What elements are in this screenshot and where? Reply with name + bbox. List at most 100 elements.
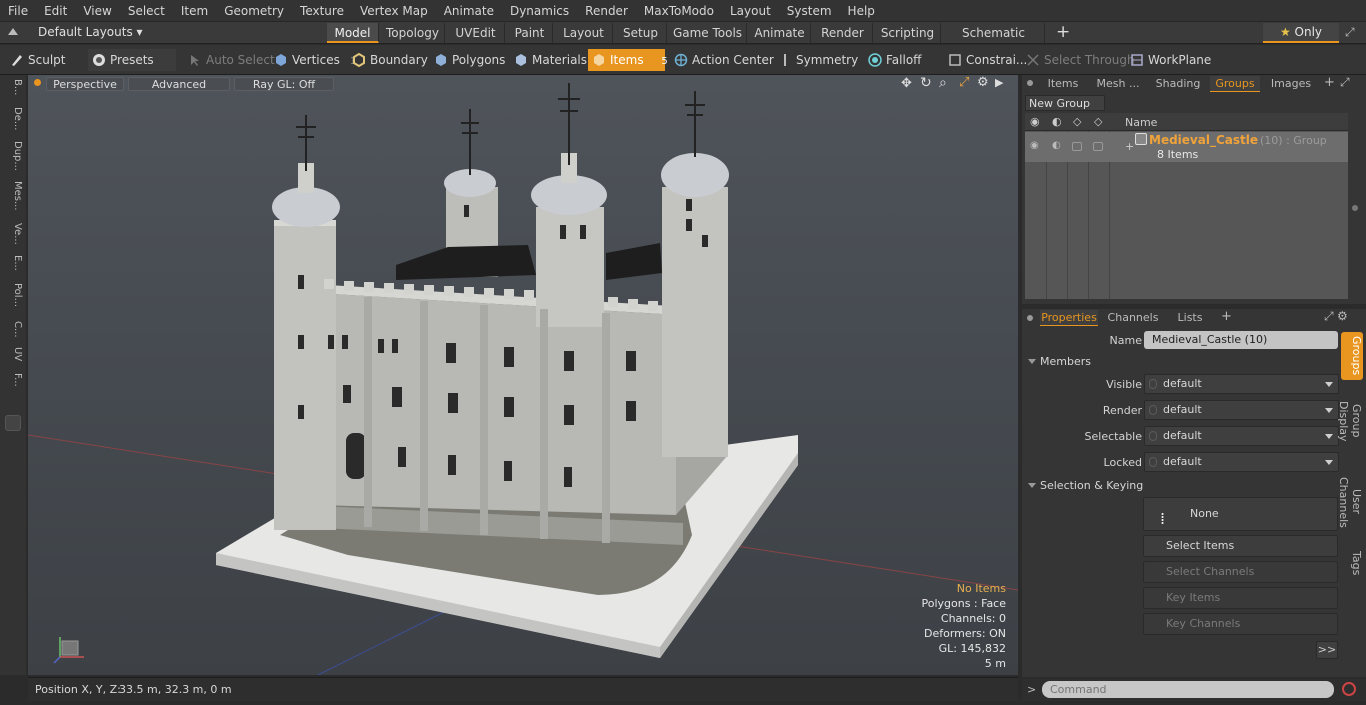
more-button[interactable]: >> (1316, 641, 1338, 659)
tab-model[interactable]: Model (327, 23, 379, 43)
menu-geometry[interactable]: Geometry (216, 4, 292, 18)
group-row[interactable]: ◉ ◐ + Medieval_Castle (10) : Group 8 Ite… (1025, 132, 1348, 162)
vertices-button[interactable]: Vertices 1 (270, 49, 356, 71)
command-input[interactable] (1042, 681, 1334, 698)
panel-menu-dot[interactable] (1027, 80, 1033, 86)
falloff-button[interactable]: Falloff (864, 49, 940, 71)
left-tab-polygon[interactable]: Pol... (3, 283, 23, 307)
tab-schematic-fusion[interactable]: Schematic Fusion (943, 23, 1045, 60)
key-channels-button[interactable]: Key Channels (1143, 613, 1338, 635)
menu-file[interactable]: File (0, 4, 36, 18)
menu-texture[interactable]: Texture (292, 4, 352, 18)
group-expand-icon[interactable]: + (1125, 140, 1134, 153)
panel-scrollbar[interactable] (1352, 205, 1358, 211)
visible-dropdown[interactable]: default (1144, 374, 1339, 394)
left-tab-deform[interactable]: De... (3, 107, 23, 130)
add-panel-tab-icon[interactable]: + (1324, 75, 1335, 90)
selection-keying-section[interactable]: Selection & Keying (1027, 479, 1143, 492)
sculpt-button[interactable]: Sculpt (6, 49, 86, 71)
raygl-button[interactable]: Ray GL: Off (234, 77, 334, 91)
side-tab-user-channels[interactable]: User Channels (1337, 464, 1363, 540)
tab-properties[interactable]: Properties (1040, 310, 1098, 326)
selectable-dropdown[interactable]: default (1144, 426, 1339, 446)
symmetry-button[interactable]: Symmetry (774, 49, 858, 71)
rotate-view-icon[interactable]: ↻ (920, 75, 932, 91)
viewport-menu-dot[interactable] (34, 79, 41, 86)
new-group-button[interactable]: New Group (1025, 95, 1105, 111)
left-tab-basic[interactable]: B... (3, 79, 23, 95)
side-tab-tags[interactable]: Tags (1341, 548, 1363, 578)
tab-paint[interactable]: Paint (507, 23, 553, 43)
menu-vertex-map[interactable]: Vertex Map (352, 4, 436, 18)
select-channels-button[interactable]: Select Channels (1143, 561, 1338, 583)
menu-view[interactable]: View (75, 4, 119, 18)
menu-layout[interactable]: Layout (722, 4, 779, 18)
tab-scripting[interactable]: Scripting (875, 23, 941, 43)
menu-edit[interactable]: Edit (36, 4, 75, 18)
props-expand-icon[interactable]: ⤢ (1324, 309, 1334, 324)
none-button[interactable]: ⁞ None (1143, 497, 1338, 531)
only-toggle[interactable]: ★ Only (1263, 23, 1339, 43)
group-visible-icon[interactable]: ◉ (1030, 140, 1039, 151)
tab-uvedit[interactable]: UVEdit (447, 23, 505, 43)
materials-button[interactable]: Materials (510, 49, 587, 71)
select-items-button[interactable]: Select Items (1143, 535, 1338, 557)
advanced-button[interactable]: Advanced (128, 77, 230, 91)
left-tab-curve[interactable]: C... (3, 321, 23, 338)
3d-viewport[interactable]: Perspective Advanced Ray GL: Off ✥ ↻ ⌕ ⤢… (28, 75, 1018, 675)
tab-lists[interactable]: Lists (1170, 310, 1210, 326)
tab-channels[interactable]: Channels (1104, 310, 1162, 326)
menu-help[interactable]: Help (840, 4, 883, 18)
viewport-expand-icon[interactable]: ▶ (995, 76, 1003, 89)
render-dropdown[interactable]: default (1144, 400, 1339, 420)
group-lock-checkbox[interactable] (1093, 142, 1103, 151)
add-tab-icon[interactable]: + (1056, 22, 1070, 42)
tab-animate[interactable]: Animate (749, 23, 811, 43)
tab-topology[interactable]: Topology (381, 23, 445, 43)
menu-render[interactable]: Render (577, 4, 636, 18)
left-tab-edge[interactable]: E... (3, 255, 23, 271)
add-props-tab-icon[interactable]: + (1221, 309, 1232, 324)
workplane-button[interactable]: WorkPlane (1126, 49, 1212, 71)
side-tab-group-display[interactable]: Group Display (1337, 384, 1363, 458)
perspective-button[interactable]: Perspective (46, 77, 124, 91)
tab-render[interactable]: Render (813, 23, 873, 43)
left-tab-fusion[interactable]: F... (3, 373, 23, 387)
layouts-dropdown[interactable]: Default Layouts ▾ (38, 25, 143, 39)
left-tab-duplicate[interactable]: Dup... (3, 141, 23, 171)
tab-setup[interactable]: Setup (615, 23, 667, 43)
resize-icon[interactable]: ⤢ (1345, 25, 1355, 40)
menu-select[interactable]: Select (120, 4, 173, 18)
locked-dropdown[interactable]: default (1144, 452, 1339, 472)
group-select-checkbox[interactable] (1072, 142, 1082, 151)
menu-item[interactable]: Item (173, 4, 216, 18)
layout-up-icon[interactable] (8, 28, 18, 35)
polygons-button[interactable]: Polygons (430, 49, 506, 71)
tab-layout[interactable]: Layout (555, 23, 613, 43)
constraints-button[interactable]: Constrai... (944, 49, 1027, 71)
left-tab-vertex[interactable]: Ve... (3, 223, 23, 245)
tab-mesh[interactable]: Mesh ... (1090, 76, 1146, 92)
members-section[interactable]: Members (1028, 355, 1091, 368)
tab-groups[interactable]: Groups (1210, 76, 1260, 92)
presets-button[interactable]: Presets (88, 49, 176, 71)
tab-game-tools[interactable]: Game Tools (669, 23, 747, 43)
menu-animate[interactable]: Animate (436, 4, 502, 18)
action-center-button[interactable]: Action Center (670, 49, 774, 71)
menu-system[interactable]: System (779, 4, 840, 18)
select-through-button[interactable]: Select Through (1022, 49, 1135, 71)
auto-select-button[interactable]: Auto Select (184, 49, 275, 71)
left-tab-uv[interactable]: UV (3, 347, 23, 361)
fit-view-icon[interactable]: ⤢ (959, 75, 969, 90)
name-field[interactable]: Medieval_Castle (10) (1144, 331, 1338, 349)
key-items-button[interactable]: Key Items (1143, 587, 1338, 609)
viewport-settings-icon[interactable]: ⚙ (977, 75, 989, 90)
tab-items[interactable]: Items (1040, 76, 1086, 92)
left-strip-toggle[interactable] (5, 415, 21, 431)
move-view-icon[interactable]: ✥ (901, 76, 912, 91)
tab-images[interactable]: Images (1264, 76, 1318, 92)
tab-shading[interactable]: Shading (1150, 76, 1206, 92)
props-settings-icon[interactable]: ⚙ (1337, 309, 1348, 323)
record-icon[interactable] (1342, 682, 1356, 696)
menu-dynamics[interactable]: Dynamics (502, 4, 577, 18)
